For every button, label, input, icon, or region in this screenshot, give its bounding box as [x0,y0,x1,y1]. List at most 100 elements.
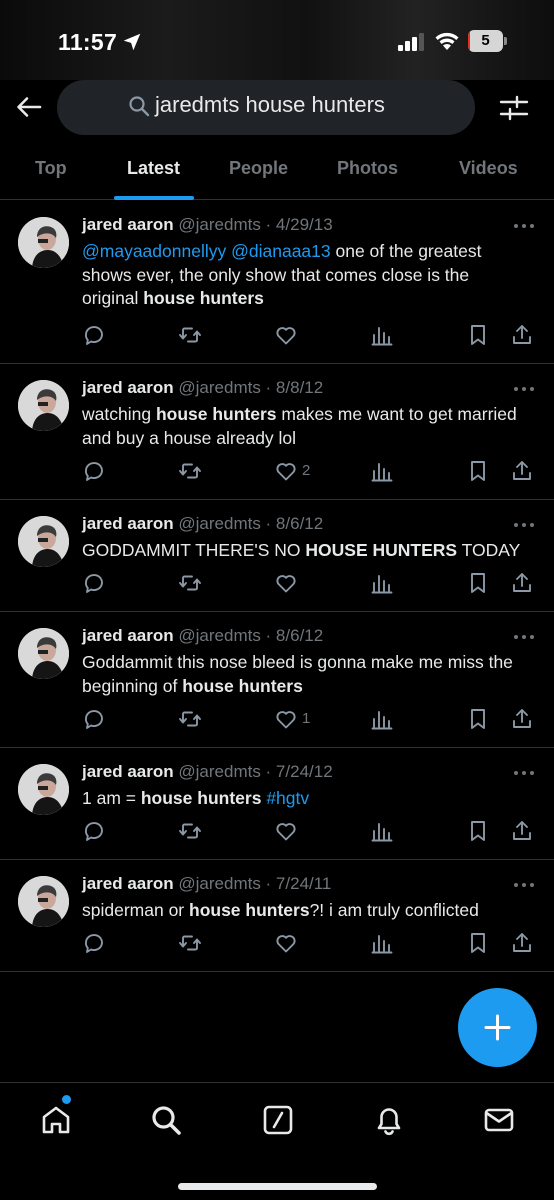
mail-icon[interactable] [482,1103,516,1137]
more-options-icon[interactable] [513,634,535,640]
bookmark-icon[interactable] [466,707,490,731]
more-options-icon[interactable] [513,882,535,888]
retweet-icon[interactable] [178,931,202,955]
reply-icon[interactable] [82,323,106,347]
search-tabs: Top Latest People Photos Videos [0,146,554,200]
author-name[interactable]: jared aaron [82,762,174,781]
highlighted-term: house hunters [189,900,310,920]
tweet[interactable]: jared aaron @jaredmts · 8/6/12 GODDAMMIT … [0,500,554,612]
author-name[interactable]: jared aaron [82,874,174,893]
avatar[interactable] [18,628,69,679]
views-icon[interactable] [370,459,394,483]
reply-icon[interactable] [82,571,106,595]
home-icon[interactable] [39,1103,73,1137]
avatar[interactable] [18,516,69,567]
text-segment: TODAY [457,540,521,560]
search-filter-icon[interactable] [498,92,530,124]
tab-photos[interactable]: Photos [337,158,398,179]
share-icon[interactable] [510,571,534,595]
avatar[interactable] [18,217,69,268]
views-icon[interactable] [370,707,394,731]
reply-icon[interactable] [82,819,106,843]
reply-icon[interactable] [82,931,106,955]
more-options-icon[interactable] [513,770,535,776]
reply-icon[interactable] [82,459,106,483]
tweet-actions [0,323,554,349]
battery-level: 5 [481,32,490,49]
bookmark-icon[interactable] [466,323,490,347]
author-handle-date: @jaredmts · 8/8/12 [173,378,324,397]
author-name[interactable]: jared aaron [82,514,174,533]
tweet-header: jared aaron @jaredmts · 8/6/12 [82,626,323,646]
reply-icon[interactable] [82,707,106,731]
avatar[interactable] [18,764,69,815]
retweet-icon[interactable] [178,323,202,347]
search-query[interactable]: jaredmts house hunters [155,92,385,118]
retweet-icon[interactable] [178,571,202,595]
tweet-text: @mayaadonnellyy @dianaaa13 one of the gr… [82,240,522,311]
tab-videos[interactable]: Videos [459,158,518,179]
share-icon[interactable] [510,707,534,731]
more-options-icon[interactable] [513,386,535,392]
like-icon[interactable] [274,571,298,595]
highlighted-term: house hunters [140,788,262,808]
like-icon[interactable] [274,707,298,731]
text-segment: spiderman or [82,900,189,920]
highlighted-term: house hunters [155,404,277,424]
share-icon[interactable] [510,323,534,347]
author-name[interactable]: jared aaron [82,378,174,397]
tweet[interactable]: jared aaron @jaredmts · 8/8/12 watching h… [0,364,554,500]
author-handle-date: @jaredmts · 8/6/12 [173,514,324,533]
back-arrow-icon[interactable] [14,92,44,122]
like-icon[interactable] [274,819,298,843]
author-handle-date: @jaredmts · 8/6/12 [173,626,324,645]
avatar[interactable] [18,876,69,927]
cellular-signal-icon [398,33,424,51]
tweet-actions [0,819,554,845]
tab-latest[interactable]: Latest [127,158,180,179]
share-icon[interactable] [510,931,534,955]
like-icon[interactable] [274,459,298,483]
bell-icon[interactable] [372,1103,406,1137]
tweet-text: Goddammit this nose bleed is gonna make … [82,651,522,698]
bookmark-icon[interactable] [466,571,490,595]
retweet-icon[interactable] [178,819,202,843]
share-icon[interactable] [510,819,534,843]
tweet[interactable]: jared aaron @jaredmts · 4/29/13 @mayaadon… [0,201,554,364]
more-options-icon[interactable] [513,223,535,229]
bookmark-icon[interactable] [466,931,490,955]
like-count: 2 [302,462,311,479]
bookmark-icon[interactable] [466,819,490,843]
views-icon[interactable] [370,819,394,843]
more-options-icon[interactable] [513,522,535,528]
mention-link[interactable]: @dianaaa13 [231,241,331,261]
author-name[interactable]: jared aaron [82,626,174,645]
text-segment: ?! i am truly conflicted [309,900,479,920]
author-name[interactable]: jared aaron [82,215,174,234]
wifi-icon [435,32,459,50]
share-icon[interactable] [510,459,534,483]
like-icon[interactable] [274,323,298,347]
avatar[interactable] [18,380,69,431]
tweet[interactable]: jared aaron @jaredmts · 7/24/12 1 am = ho… [0,748,554,860]
search-nav-icon[interactable] [149,1103,183,1137]
bookmark-icon[interactable] [466,459,490,483]
hashtag-link[interactable]: #hgtv [266,788,309,808]
tweet-actions [0,571,554,597]
retweet-icon[interactable] [178,707,202,731]
tweet-actions: 2 [0,459,554,485]
highlighted-term: house hunters [182,675,303,696]
like-icon[interactable] [274,931,298,955]
retweet-icon[interactable] [178,459,202,483]
tab-people[interactable]: People [229,158,288,179]
grok-icon[interactable] [261,1103,295,1137]
views-icon[interactable] [370,323,394,347]
tweet[interactable]: jared aaron @jaredmts · 7/24/11 spiderman… [0,860,554,972]
text-segment: 1 am = [82,788,141,808]
tweet[interactable]: jared aaron @jaredmts · 8/6/12 Goddammit … [0,612,554,748]
views-icon[interactable] [370,571,394,595]
tab-top[interactable]: Top [35,158,67,179]
compose-button[interactable] [458,988,537,1067]
mention-link[interactable]: @mayaadonnellyy [82,241,226,261]
views-icon[interactable] [370,931,394,955]
